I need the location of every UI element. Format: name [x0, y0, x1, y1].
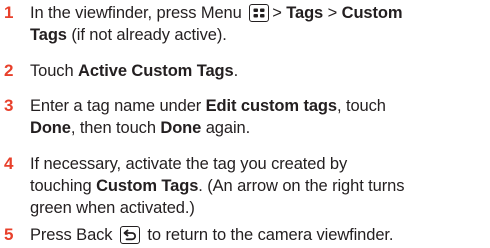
step-number: 5	[4, 225, 14, 244]
active-custom-tags-label: Active Custom Tags	[78, 62, 234, 80]
menu-key-icon	[249, 4, 270, 22]
step-3: 3 Enter a tag name under Edit custom tag…	[0, 95, 486, 139]
custom-label: Custom	[341, 4, 403, 22]
step-number: 2	[4, 61, 14, 80]
step-text: In the viewfinder, press Menu	[30, 4, 242, 22]
step-2: 2 Touch Active Custom Tags.	[0, 60, 486, 82]
step-number: 3	[4, 96, 14, 115]
step-text: . (An arrow on the right turns	[198, 177, 405, 195]
step-1: 1 In the viewfinder, press Menu > Tags >…	[0, 2, 486, 46]
step-text: Touch	[30, 62, 79, 80]
back-key-icon	[119, 226, 140, 244]
step-text: .	[233, 62, 239, 80]
step-text: to return to the camera viewfinder.	[147, 226, 394, 244]
step-text-separator: >	[323, 4, 342, 22]
step-text: If necessary, activate the tag you creat…	[30, 155, 348, 173]
step-text: Press Back	[30, 226, 113, 244]
done-label: Done	[160, 119, 202, 137]
step-number: 4	[4, 154, 14, 173]
step-text-separator: >	[272, 4, 287, 22]
tags-label: Tags	[286, 4, 324, 22]
step-number: 1	[4, 3, 14, 22]
step-text: again.	[201, 119, 251, 137]
custom-tags-label: Custom Tags	[96, 177, 199, 195]
step-text: , then touch	[70, 119, 161, 137]
step-text: Enter a tag name under	[30, 97, 206, 115]
step-text: , touch	[337, 97, 386, 115]
step-text: touching	[30, 177, 97, 195]
step-text: green when activated.)	[30, 199, 195, 217]
step-5: 5 Press Back to return to the camera vie…	[0, 224, 486, 246]
tags-label: Tags	[30, 26, 67, 44]
done-label: Done	[30, 119, 71, 137]
edit-custom-tags-label: Edit custom tags	[205, 97, 337, 115]
instruction-steps: 1 In the viewfinder, press Menu > Tags >…	[0, 0, 490, 248]
step-text: (if not already active).	[66, 26, 227, 44]
step-4: 4 If necessary, activate the tag you cre…	[0, 153, 486, 219]
